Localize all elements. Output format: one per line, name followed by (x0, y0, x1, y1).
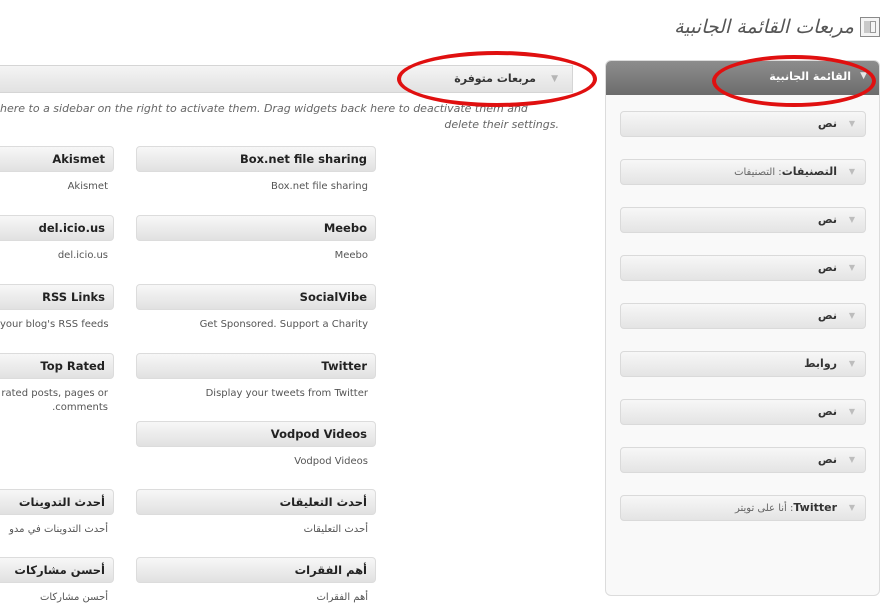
available-widgets-description: here to a sidebar on the right to activa… (0, 101, 573, 133)
widget-top-paragraphs[interactable]: أهم الفقرات (136, 557, 376, 583)
sidebar-widget[interactable]: ▼ نص (620, 255, 866, 281)
widget-best-posts[interactable]: أحسن مشاركات (0, 557, 114, 583)
widget-top-rated[interactable]: Top Rated (0, 353, 114, 379)
widget-description: أحدث التدوينات في مدو (9, 524, 108, 535)
available-widgets-title: مربعات متوفرة (454, 72, 536, 85)
description-line-1: here to a sidebar on the right to activa… (0, 102, 528, 115)
widget-description: أحسن مشاركات (39, 592, 108, 603)
widget-description: Akismet (67, 181, 108, 192)
widget-twitter[interactable]: Twitter (136, 353, 376, 379)
sidebar-widget-title: Twitter (793, 501, 837, 514)
widget-description: أحدث التعليقات (303, 524, 368, 535)
sidebar-widget-subtitle: : أنا على تويتر (734, 503, 794, 514)
sidebar-widget-title: روابط (804, 357, 837, 370)
triangle-down-icon[interactable]: ▼ (860, 71, 867, 81)
widgets-screen-icon (860, 17, 880, 37)
sidebar-panel: ▼ القائمة الجانبية ▼ نص ▼ التصنيفات: الت… (605, 60, 880, 596)
triangle-down-icon[interactable]: ▼ (849, 263, 855, 272)
sidebar-widget[interactable]: ▼ نص (620, 207, 866, 233)
triangle-down-icon[interactable]: ▼ (849, 167, 855, 176)
triangle-down-icon[interactable]: ▼ (849, 455, 855, 464)
triangle-down-icon[interactable]: ▼ (849, 359, 855, 368)
sidebar-widget-title: نص (817, 117, 837, 130)
page-title: مربعات القائمة الجانبية (674, 16, 854, 38)
widget-vodpod[interactable]: Vodpod Videos (136, 421, 376, 447)
sidebar-widget[interactable]: ▼ التصنيفات: التصنيفات (620, 159, 866, 185)
widget-description: Display your tweets from Twitter (205, 388, 368, 399)
widget-rss-links[interactable]: RSS Links (0, 284, 114, 310)
widget-description: Vodpod Videos (294, 456, 368, 467)
widget-description: Box.net file sharing (270, 181, 368, 192)
widget-description: your blog's RSS feeds (0, 319, 109, 330)
description-line-2: .delete their settings (444, 118, 559, 131)
sidebar-widget[interactable]: ▼ نص (620, 111, 866, 137)
widget-meebo[interactable]: Meebo (136, 215, 376, 241)
widget-description-line2: .comments (52, 402, 108, 413)
widget-description: Meebo (334, 250, 368, 261)
sidebar-widget-title: نص (817, 453, 837, 466)
triangle-down-icon[interactable]: ▼ (849, 215, 855, 224)
sidebar-widget-title: نص (817, 213, 837, 226)
triangle-down-icon[interactable]: ▼ (849, 311, 855, 320)
available-widgets-bar[interactable]: ▼ مربعات متوفرة (0, 65, 573, 93)
widget-boxnet[interactable]: Box.net file sharing (136, 146, 376, 172)
sidebar-header[interactable]: ▼ القائمة الجانبية (606, 61, 879, 95)
sidebar-widget[interactable]: ▼ نص (620, 399, 866, 425)
widget-recent-comments[interactable]: أحدث التعليقات (136, 489, 376, 515)
widget-recent-posts[interactable]: أحدث التدوينات (0, 489, 114, 515)
sidebar-widget[interactable]: ▼ Twitter: أنا على تويتر (620, 495, 866, 521)
widget-description: del.icio.us (57, 250, 108, 261)
widget-akismet[interactable]: Akismet (0, 146, 114, 172)
page-header: مربعات القائمة الجانبية (674, 16, 880, 38)
sidebar-widget-title: نص (817, 405, 837, 418)
triangle-down-icon[interactable]: ▼ (849, 119, 855, 128)
sidebar-widget[interactable]: ▼ نص (620, 447, 866, 473)
widget-delicious[interactable]: del.icio.us (0, 215, 114, 241)
triangle-down-icon[interactable]: ▼ (849, 407, 855, 416)
sidebar-widget-title: نص (817, 309, 837, 322)
sidebar-widget[interactable]: ▼ نص (620, 303, 866, 329)
sidebar-title: القائمة الجانبية (769, 70, 851, 83)
triangle-down-icon[interactable]: ▼ (849, 503, 855, 512)
sidebar-widget[interactable]: ▼ روابط (620, 351, 866, 377)
triangle-down-icon[interactable]: ▼ (551, 74, 558, 84)
sidebar-widget-title: التصنيفات (781, 165, 837, 178)
widget-socialvibe[interactable]: SocialVibe (136, 284, 376, 310)
widget-description: rated posts, pages or (1, 388, 108, 399)
sidebar-widget-title: نص (817, 261, 837, 274)
sidebar-widget-subtitle: : التصنيفات (734, 167, 782, 178)
widget-description: Get Sponsored. Support a Charity (199, 319, 368, 330)
widget-description: أهم الفقرات (316, 592, 368, 603)
